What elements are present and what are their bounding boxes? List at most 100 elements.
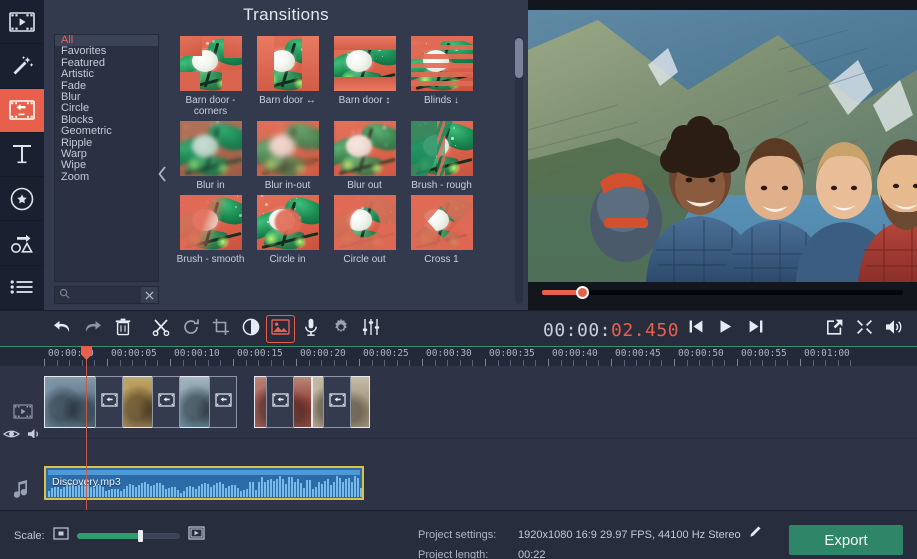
transition-thumbnail-art (256, 121, 319, 176)
split-button[interactable] (146, 315, 175, 343)
transition-thumbnail[interactable] (333, 121, 396, 176)
scale-slider[interactable] (76, 529, 180, 542)
fullscreen-button[interactable] (850, 315, 879, 343)
transition-item[interactable]: Brush - rough (403, 121, 480, 191)
transition-thumbnail[interactable] (179, 121, 242, 176)
transition-item[interactable]: Blur in-out (249, 121, 326, 191)
export-button[interactable]: Export (789, 525, 903, 555)
undo-button[interactable] (48, 315, 77, 343)
waveform-bar (132, 485, 134, 497)
timeline-transition-5[interactable] (323, 376, 351, 428)
sliders-icon (362, 318, 380, 341)
transition-label: Barn door ↕ (338, 95, 391, 106)
ruler-label: 00:00:35 (489, 348, 535, 359)
transition-label: Brush - smooth (176, 254, 245, 265)
waveform-bar (291, 477, 293, 497)
transition-marker-icon (100, 392, 118, 412)
transition-item[interactable]: Barn door ↕ (326, 36, 403, 117)
sidebar-item-transitions[interactable] (0, 88, 44, 133)
sidebar-item-callouts[interactable] (0, 221, 44, 266)
sidebar-item-stickers[interactable] (0, 177, 44, 222)
transition-thumbnail[interactable] (410, 121, 473, 176)
rotate-button[interactable] (176, 315, 205, 343)
waveform-bar (258, 481, 260, 497)
transition-item[interactable]: Circle out (326, 195, 403, 265)
zoom-out-icon[interactable] (52, 526, 69, 545)
transition-thumbnail[interactable] (333, 36, 396, 91)
transition-item[interactable]: Barn door - corners (172, 36, 249, 117)
audio-track-header (0, 439, 44, 510)
transition-item[interactable]: Brush - smooth (172, 195, 249, 265)
transition-thumbnail[interactable] (410, 195, 473, 250)
volume-button[interactable] (880, 315, 909, 343)
waveform-bar (255, 489, 257, 497)
sidebar-item-titles[interactable] (0, 133, 44, 178)
transition-item[interactable]: Barn door ↔ (249, 36, 326, 117)
transition-item[interactable]: Circle in (249, 195, 326, 265)
previous-frame-button[interactable] (681, 315, 710, 343)
category-search[interactable] (54, 286, 159, 304)
transition-item[interactable]: Blur in (172, 121, 249, 191)
audio-mixer-button[interactable] (356, 315, 385, 343)
category-item-artistic[interactable]: Artistic (55, 68, 158, 80)
transition-item[interactable]: Blur out (326, 121, 403, 191)
timeline-transition-1[interactable] (95, 376, 123, 428)
transition-thumbnail[interactable] (256, 36, 319, 91)
pencil-icon[interactable] (749, 525, 762, 545)
detach-preview-button[interactable] (820, 315, 849, 343)
clip-properties-button[interactable] (326, 315, 355, 343)
preview-scrubber[interactable] (528, 282, 917, 302)
sidebar-item-filters[interactable] (0, 44, 44, 89)
microphone-icon (304, 318, 318, 341)
image-properties-button[interactable] (266, 315, 295, 343)
audio-clip[interactable]: Discovery.mp3 (44, 466, 364, 500)
play-button[interactable] (711, 315, 740, 343)
film-play-icon (9, 11, 35, 32)
scrubber-track[interactable] (542, 285, 903, 299)
record-audio-button[interactable] (296, 315, 325, 343)
color-adjust-button[interactable] (236, 315, 265, 343)
transitions-scrollbar-thumb[interactable] (515, 38, 523, 78)
waveform-bar (318, 482, 320, 497)
timeline-transition-4[interactable] (266, 376, 294, 428)
timeline-ruler[interactable]: 00:00:00 00:00:05 00:00:10 00:00:15 00:00:20… (0, 346, 917, 366)
transition-thumbnail[interactable] (179, 36, 242, 91)
sidebar-item-more[interactable] (0, 266, 44, 310)
zoom-in-icon[interactable] (187, 526, 205, 545)
transition-thumbnail[interactable] (333, 195, 396, 250)
ruler-label: 00:00:55 (741, 348, 787, 359)
search-input[interactable] (73, 289, 141, 301)
waveform-bar (261, 477, 263, 497)
video-clip[interactable] (44, 376, 102, 428)
transition-thumbnail[interactable] (256, 121, 319, 176)
transition-item[interactable]: Cross 1 (403, 195, 480, 265)
scale-slider-handle[interactable] (138, 529, 144, 542)
category-list[interactable]: All Favorites Featured Artistic Fade Blur Circ… (54, 34, 159, 282)
transition-item[interactable]: Blinds ↓ (403, 36, 480, 117)
crop-button[interactable] (206, 315, 235, 343)
ruler-tick-major (737, 359, 738, 366)
scrubber-handle[interactable] (575, 285, 589, 299)
category-item-zoom[interactable]: Zoom (55, 171, 158, 183)
category-item-geometric[interactable]: Geometric (55, 125, 158, 137)
transition-thumbnail[interactable] (410, 36, 473, 91)
timeline-transition-3[interactable] (209, 376, 237, 428)
clear-search-icon[interactable] (141, 287, 158, 303)
sidebar-item-import-media[interactable] (0, 0, 44, 45)
collapse-panel-chevron-icon[interactable] (154, 154, 170, 194)
video-editor-window: Transitions All Favorites Featured Artistic… (0, 0, 917, 559)
waveform-bar (186, 487, 188, 497)
transition-thumbnail[interactable] (256, 195, 319, 250)
waveform-bar (231, 484, 233, 497)
editing-toolbar: 00:00:02.450 (0, 310, 917, 346)
ruler-tick-major (44, 359, 45, 366)
waveform-bar (303, 487, 305, 497)
redo-button[interactable] (78, 315, 107, 343)
category-item-wipe[interactable]: Wipe (55, 159, 158, 171)
delete-button[interactable] (108, 315, 137, 343)
transitions-scrollbar[interactable] (515, 36, 523, 304)
transitions-grid[interactable]: Barn door - corners Barn door ↔ Barn door … (172, 32, 512, 310)
next-frame-button[interactable] (741, 315, 770, 343)
timeline-transition-2[interactable] (152, 376, 180, 428)
transition-thumbnail[interactable] (179, 195, 242, 250)
